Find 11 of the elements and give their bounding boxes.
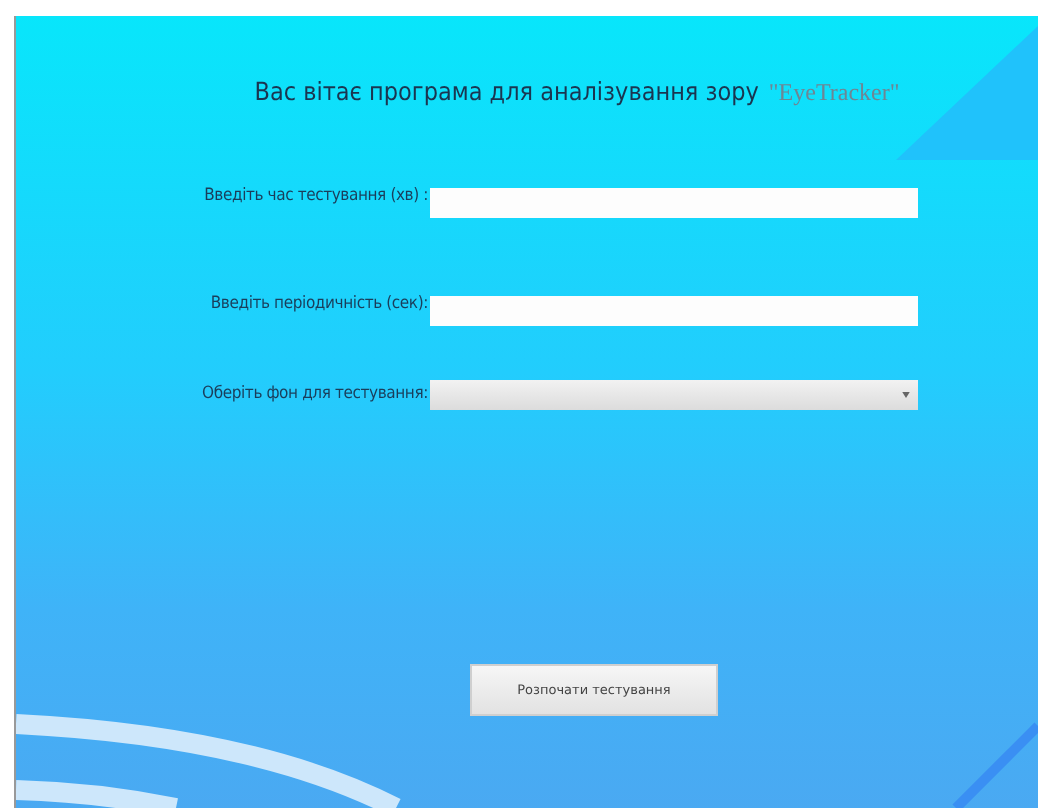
- field-label: Введіть періодичність (сек):: [210, 294, 428, 315]
- welcome-title: Вас вітає програма для аналізування зору: [254, 76, 759, 106]
- dropdown-arrow-icon: [902, 391, 910, 397]
- input-field[interactable]: [430, 187, 918, 217]
- input-field[interactable]: [430, 295, 918, 325]
- line-decoration: [952, 722, 1038, 808]
- field-label: Оберіть фон для тестування:: [202, 384, 428, 404]
- app-name: "EyeTracker": [768, 78, 900, 108]
- field-label: Введіть час тестування (хв) :: [204, 186, 428, 207]
- dropdown-field[interactable]: [430, 379, 918, 409]
- triangle-decoration: [896, 26, 1038, 160]
